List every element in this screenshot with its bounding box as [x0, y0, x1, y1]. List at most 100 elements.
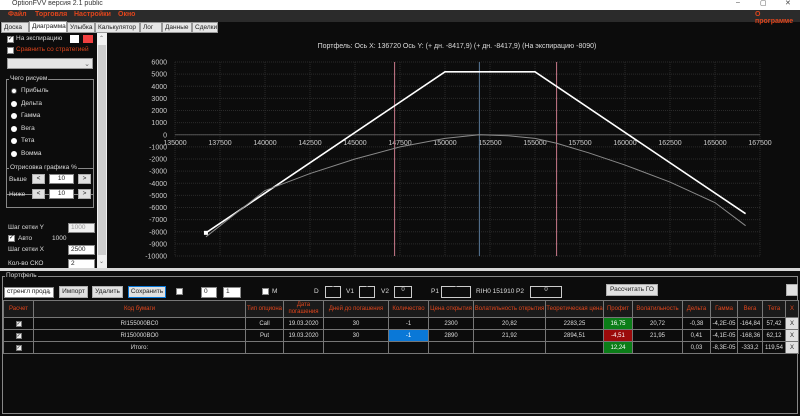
- table-row[interactable]: ✓ Итого: 12,24 0,03 -8,3E-05 -333,2 119,54 X: [3, 341, 799, 354]
- above-input[interactable]: 10: [49, 174, 74, 184]
- p2-input[interactable]: 0: [530, 286, 562, 298]
- d-input[interactable]: 0: [325, 286, 341, 298]
- panel-splitter[interactable]: [0, 268, 800, 271]
- cell: [245, 341, 284, 354]
- y-tick-label: -2000: [149, 157, 167, 164]
- grid-y-input[interactable]: 1000: [68, 223, 95, 233]
- table-row[interactable]: ✓ RI155000BC0 Call 19.03.2020 30 -1 2300 20,82 2…: [3, 317, 799, 330]
- below-increase-button[interactable]: >: [78, 189, 91, 199]
- cell: 2283,25: [545, 317, 604, 330]
- tab-deals[interactable]: Сделки: [192, 22, 218, 33]
- column-header[interactable]: Тип опциона: [245, 300, 284, 318]
- column-header[interactable]: Тета: [762, 300, 786, 318]
- radio-button-icon: [11, 100, 17, 107]
- menu-file[interactable]: Файл: [8, 11, 27, 18]
- table-row[interactable]: ✓ RI150000BO0 Put 19.03.2020 30 -1 2890 21,92 28…: [3, 329, 799, 342]
- tab-calculator[interactable]: Калькулятор: [95, 22, 140, 33]
- cell: 30: [323, 329, 389, 342]
- cell[interactable]: ✓: [3, 317, 34, 330]
- radio-button-icon: [11, 113, 17, 119]
- scroll-up-icon[interactable]: ⌃: [99, 35, 104, 42]
- y-tick-label: 4000: [151, 84, 167, 91]
- x-tick-label: 152500: [478, 140, 501, 147]
- cell[interactable]: [388, 341, 429, 354]
- menu-bar: Файл Торговля Настройки Окно О программе: [0, 10, 800, 25]
- cell[interactable]: X: [785, 317, 799, 330]
- grid-x-input[interactable]: 2500: [68, 245, 95, 255]
- import-button[interactable]: Импорт: [59, 286, 88, 298]
- tab-smile[interactable]: Улыбка: [67, 22, 95, 33]
- auto-checkbox[interactable]: ✓: [8, 235, 15, 242]
- v2-input[interactable]: 0: [394, 286, 412, 298]
- column-header[interactable]: Цена открытия: [428, 300, 474, 318]
- cell[interactable]: X: [785, 329, 799, 342]
- above-decrease-button[interactable]: <: [32, 174, 45, 184]
- column-header[interactable]: Вега: [737, 300, 763, 318]
- below-input[interactable]: 10: [49, 189, 74, 199]
- series-line-1: [205, 134, 746, 238]
- column-header[interactable]: Расчет: [3, 300, 34, 318]
- expiration-checkbox[interactable]: ✓: [7, 36, 14, 43]
- menu-about[interactable]: О программе: [755, 11, 800, 25]
- minimize-button[interactable]: –: [736, 0, 740, 6]
- column-header[interactable]: Дельта: [682, 300, 711, 318]
- d-label: D: [314, 288, 319, 295]
- compare-checkbox[interactable]: [7, 47, 14, 54]
- cell: 119,54: [762, 341, 786, 354]
- delete-button[interactable]: Удалить: [92, 286, 123, 298]
- calculate-margin-button[interactable]: Рассчитать ГО: [606, 284, 658, 296]
- column-header[interactable]: Теоретическая цена: [545, 300, 604, 318]
- tab-log[interactable]: Лог: [140, 22, 162, 33]
- p1-input[interactable]: 0: [441, 286, 471, 298]
- expiration-label: На экспирацию: [16, 35, 63, 42]
- menu-settings[interactable]: Настройки: [74, 11, 111, 18]
- draw-range-group: Отрисовка графика % Выше < 10 > Ниже < 1…: [6, 164, 94, 208]
- p1-label: P1: [431, 288, 439, 295]
- maximize-button[interactable]: ▢: [760, 0, 767, 7]
- scroll-down-icon[interactable]: ⌄: [99, 258, 104, 265]
- y-tick-label: 0: [163, 132, 167, 139]
- radio-button-icon: [11, 138, 17, 144]
- tab-board[interactable]: Доска: [1, 22, 29, 33]
- cell: Put: [245, 329, 284, 342]
- v1-input[interactable]: 0: [359, 286, 375, 298]
- column-header[interactable]: Дней до погашения: [323, 300, 389, 318]
- radio-button-icon: [11, 150, 17, 157]
- cell[interactable]: -1: [388, 329, 429, 342]
- cell[interactable]: -1: [388, 317, 429, 330]
- above-label: Выше: [9, 176, 27, 183]
- tab-diagram[interactable]: Диаграмма: [29, 21, 67, 33]
- calc-checkbox[interactable]: ✓: [15, 344, 22, 351]
- column-header[interactable]: Волатильность открытия: [473, 300, 546, 318]
- close-button[interactable]: ✕: [785, 0, 791, 7]
- column-header[interactable]: X: [785, 300, 799, 318]
- strategy-dropdown[interactable]: стренгл прода ⌄: [4, 287, 54, 298]
- spin-1[interactable]: 0: [201, 287, 217, 298]
- tab-data[interactable]: Данные: [162, 22, 192, 33]
- below-decrease-button[interactable]: <: [32, 189, 45, 199]
- m-checkbox[interactable]: [262, 288, 269, 295]
- menu-trading[interactable]: Торговля: [35, 11, 67, 18]
- calc-checkbox[interactable]: ✓: [15, 332, 22, 339]
- left-panel-scrollbar[interactable]: ⌃ ⌄: [97, 33, 107, 268]
- sh-checkbox[interactable]: [176, 288, 183, 295]
- scroll-thumb[interactable]: [98, 45, 106, 255]
- column-header[interactable]: Волатильность: [632, 300, 683, 318]
- column-header[interactable]: Код бумаги: [33, 300, 246, 318]
- expiration-color-swatch[interactable]: [70, 35, 79, 43]
- save-button[interactable]: Сохранить: [128, 286, 166, 298]
- column-header[interactable]: Количество: [388, 300, 429, 318]
- cell[interactable]: X: [785, 341, 799, 354]
- today-color-swatch[interactable]: [83, 35, 93, 43]
- calc-checkbox[interactable]: ✓: [15, 320, 22, 327]
- strategy-select[interactable]: ⌄: [7, 58, 93, 69]
- spin-2[interactable]: 1: [223, 287, 241, 298]
- cell[interactable]: ✓: [3, 341, 34, 354]
- menu-window[interactable]: Окно: [118, 11, 135, 18]
- column-header[interactable]: Дата погашения: [283, 300, 324, 318]
- cell[interactable]: ✓: [3, 329, 34, 342]
- column-header[interactable]: Профит: [603, 300, 633, 318]
- above-increase-button[interactable]: >: [78, 174, 91, 184]
- extra-button[interactable]: [786, 284, 798, 296]
- column-header[interactable]: Гамма: [710, 300, 738, 318]
